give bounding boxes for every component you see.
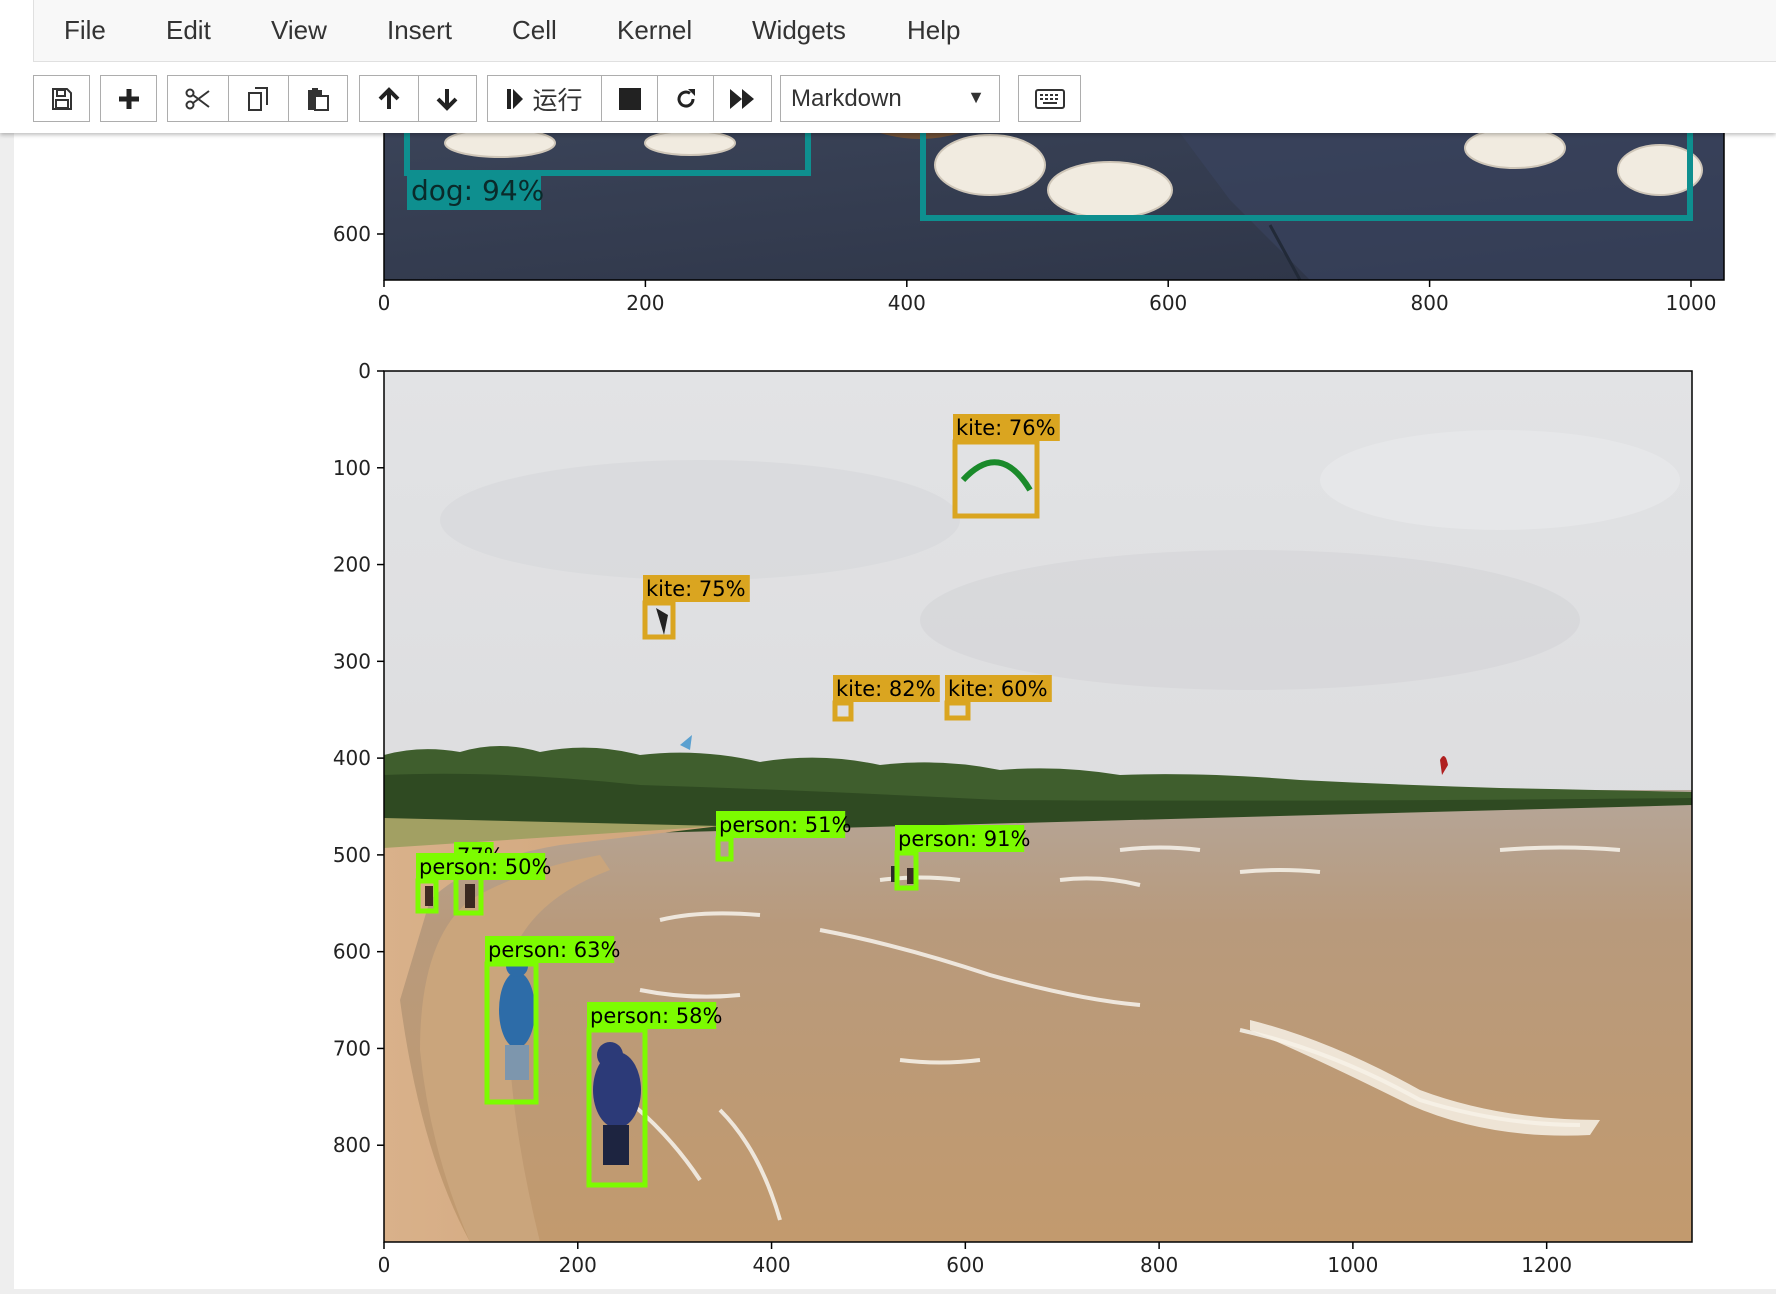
run-label: 运行	[532, 85, 583, 115]
paste-button[interactable]	[289, 76, 347, 121]
dog-label: dog: 94%	[411, 174, 544, 207]
plot1-xtick-label: 1000	[1666, 291, 1717, 315]
plot2-ytick-label: 300	[333, 649, 371, 673]
paste-icon	[308, 87, 330, 111]
move-up-button[interactable]	[360, 76, 418, 121]
plot2-xtick-label: 200	[559, 1253, 597, 1277]
cut-button[interactable]	[168, 76, 228, 121]
plot1-xtick-label: 400	[888, 291, 926, 315]
plot1-xtick-label: 200	[626, 291, 664, 315]
edit-button-group	[167, 75, 348, 122]
plot2-ytick-label: 800	[333, 1133, 371, 1157]
plot2-xtick-label: 400	[752, 1253, 790, 1277]
detection-label: kite: 76%	[956, 416, 1056, 440]
insert-cell-button[interactable]	[100, 75, 157, 122]
detection-label: person: 63%	[488, 938, 620, 962]
menu-cell[interactable]: Cell	[512, 15, 557, 46]
plot2-xtick-label: 600	[946, 1253, 984, 1277]
save-icon	[51, 87, 72, 110]
plot2-xtick-label: 800	[1140, 1253, 1178, 1277]
detection-label: kite: 75%	[646, 577, 746, 601]
fast-forward-icon	[730, 88, 754, 109]
cut-icon	[185, 88, 210, 109]
plot2-x-axis: 0 200 400 600 800 1000 1200	[378, 1242, 1572, 1277]
dropdown-arrow-icon: ▼	[967, 87, 985, 107]
notebook-container: dog: 94% 600 0 200 400 600 800 1000 kite…	[14, 127, 1776, 1289]
arrow-up-icon	[378, 86, 400, 109]
plot2-ytick-label: 0	[358, 359, 371, 383]
plot2-ytick-label: 200	[333, 553, 371, 577]
beach-detection-plot: kite: 76% kite: 75% kite: 82% kite: 60% pers…	[333, 359, 1693, 1277]
copy-button[interactable]	[229, 76, 289, 121]
menu-insert[interactable]: Insert	[387, 15, 452, 46]
menu-widgets[interactable]: Widgets	[752, 15, 846, 46]
menu-kernel[interactable]: Kernel	[617, 15, 692, 46]
move-down-button[interactable]	[418, 76, 476, 121]
menu-edit[interactable]: Edit	[166, 15, 211, 46]
plot1-ytick-600: 600	[333, 222, 371, 246]
plot2-y-axis: 0 100 200 300 400 500 600 700 800	[333, 359, 384, 1157]
plot1-x-axis: 0 200 400 600 800 1000	[378, 280, 1717, 315]
detection-label: person: 58%	[590, 1004, 722, 1028]
restart-button[interactable]	[658, 76, 713, 121]
run-all-button[interactable]	[714, 76, 770, 121]
plus-icon	[118, 88, 139, 109]
move-button-group	[359, 75, 477, 122]
cell-type-select[interactable]: Markdown ▼	[780, 75, 1000, 122]
plot1-xtick-label: 800	[1411, 291, 1449, 315]
detection-label: person: 91%	[898, 827, 1030, 851]
arrow-down-icon	[436, 88, 458, 111]
plot2-xtick-label: 0	[378, 1253, 391, 1277]
plot2-xtick-label: 1000	[1327, 1253, 1378, 1277]
run-button-group: 运行	[487, 75, 772, 122]
plot2-ytick-label: 400	[333, 746, 371, 770]
plot1-xtick-label: 0	[378, 291, 391, 315]
copy-icon	[247, 86, 268, 111]
menu-help[interactable]: Help	[907, 15, 960, 46]
notebook-header: File Edit View Insert Cell Kernel Widget…	[0, 0, 1776, 133]
menu-file[interactable]: File	[64, 15, 106, 46]
detection-label: kite: 82%	[836, 677, 936, 701]
plot2-ytick-label: 700	[333, 1036, 371, 1060]
detection-label: kite: 60%	[948, 677, 1048, 701]
menu-view[interactable]: View	[271, 15, 327, 46]
step-forward-icon	[507, 88, 524, 109]
stop-icon	[618, 87, 641, 110]
plot2-ytick-label: 500	[333, 843, 371, 867]
interrupt-button[interactable]	[602, 76, 657, 121]
keyboard-icon	[1034, 88, 1065, 109]
plot1-xtick-label: 600	[1149, 291, 1187, 315]
plot2-ytick-label: 600	[333, 940, 371, 964]
detection-label: person: 50%	[419, 855, 551, 879]
detection-label: person: 51%	[719, 813, 851, 837]
menu-bar: File Edit View Insert Cell Kernel Widget…	[33, 0, 1776, 62]
cell-type-value: Markdown	[791, 84, 902, 112]
restart-icon	[677, 88, 695, 108]
plot2-xtick-label: 1200	[1521, 1253, 1572, 1277]
cell-output: dog: 94% 600 0 200 400 600 800 1000 kite…	[333, 127, 1725, 1277]
plot2-ytick-label: 100	[333, 456, 371, 480]
run-button[interactable]: 运行	[488, 76, 601, 121]
dog-detection-plot: dog: 94% 600 0 200 400 600 800 1000	[333, 127, 1725, 315]
save-button[interactable]	[33, 75, 90, 122]
command-palette-button[interactable]	[1018, 75, 1081, 122]
